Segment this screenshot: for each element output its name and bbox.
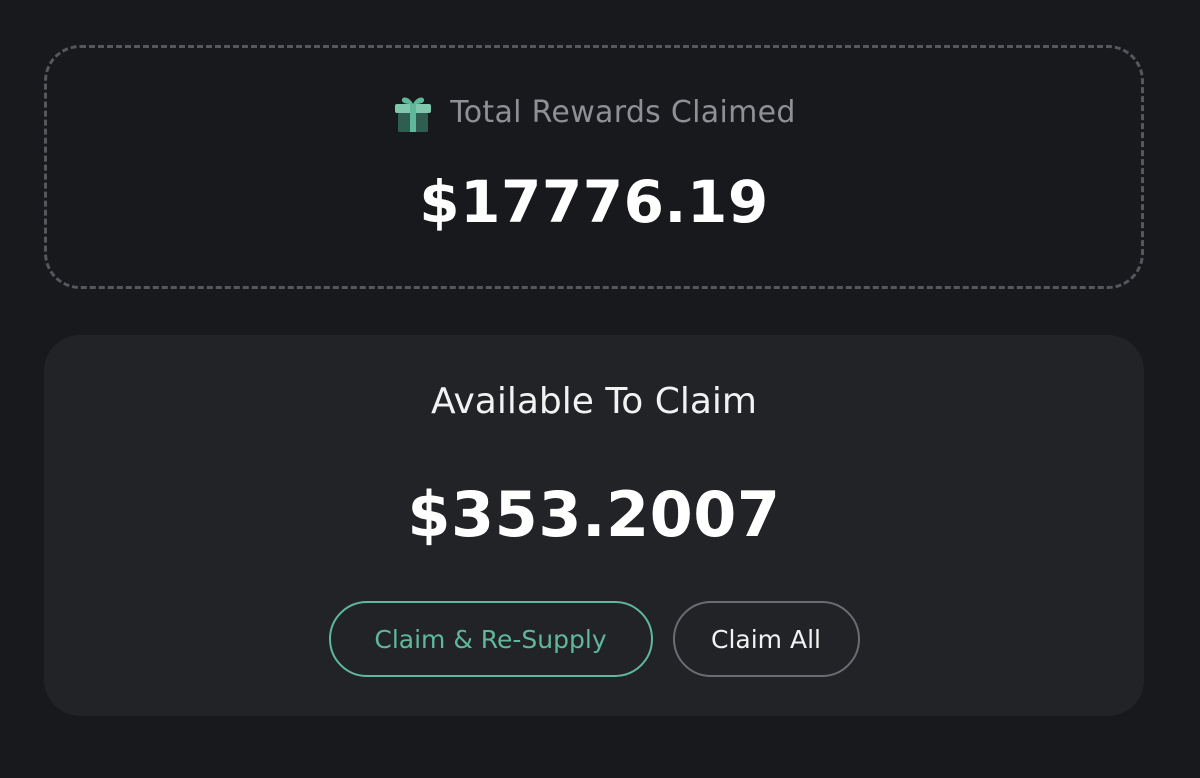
available-to-claim-card: Available To Claim $353.2007 Claim & Re-… bbox=[44, 335, 1144, 716]
available-to-claim-label: Available To Claim bbox=[430, 381, 757, 422]
total-rewards-card: Total Rewards Claimed $17776.19 bbox=[44, 45, 1144, 289]
total-rewards-header: Total Rewards Claimed bbox=[47, 92, 1141, 134]
available-to-claim-value: $353.2007 bbox=[407, 478, 781, 551]
claim-and-resupply-button[interactable]: Claim & Re-Supply bbox=[328, 601, 653, 677]
total-rewards-value: $17776.19 bbox=[419, 168, 769, 236]
gift-icon bbox=[392, 92, 434, 134]
claim-all-button[interactable]: Claim All bbox=[672, 601, 860, 677]
claim-button-row: Claim & Re-Supply Claim All bbox=[44, 601, 1144, 677]
total-rewards-label: Total Rewards Claimed bbox=[450, 95, 796, 130]
